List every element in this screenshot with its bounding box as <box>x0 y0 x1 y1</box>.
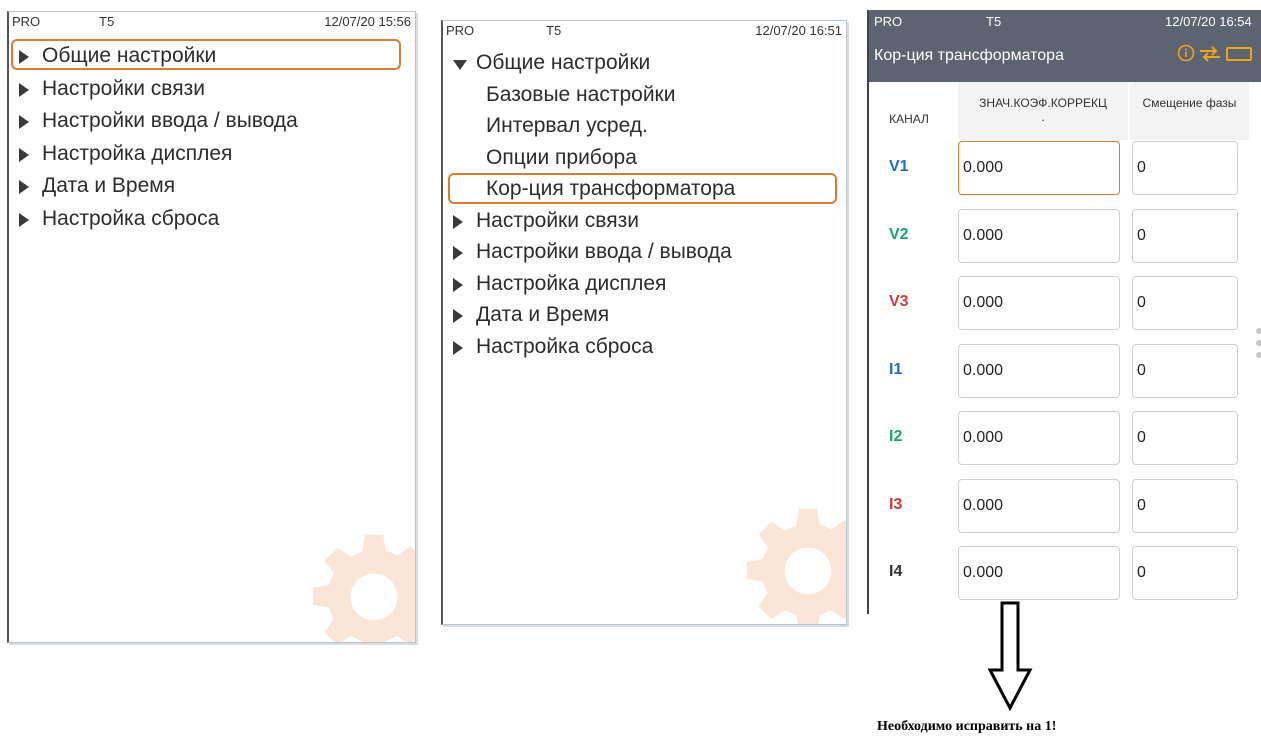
gear-icon <box>746 508 846 624</box>
device-label: T5 <box>986 14 1002 29</box>
channel-label: I1 <box>889 360 903 378</box>
caret-right-icon <box>453 246 463 260</box>
coef-input[interactable]: 0.000 <box>958 276 1120 330</box>
transformer-correction-screen: PRO T5 12/07/20 16:54 Кор-ция трансформа… <box>867 10 1261 614</box>
correction-note: Необходимо исправить на 1! <box>877 719 1057 734</box>
datetime-label: 12/07/20 16:54 <box>1165 14 1252 29</box>
channel-label: V1 <box>889 158 909 175</box>
scroll-indicator[interactable] <box>1256 328 1261 364</box>
channel-label: V2 <box>889 225 909 243</box>
phase-column-header-bg <box>1130 82 1249 140</box>
info-icon[interactable] <box>1177 44 1195 62</box>
gear-icon <box>312 534 415 642</box>
caret-right-icon <box>19 82 29 97</box>
coef-input[interactable]: 0.000 <box>958 411 1120 465</box>
caret-right-icon <box>453 277 463 292</box>
coef-column-header-tail: . <box>1041 110 1045 124</box>
menu-item[interactable]: Настройка дисплея <box>443 270 846 300</box>
selection-highlight <box>448 173 837 204</box>
submenu-item[interactable]: Интервал усред. <box>443 112 846 142</box>
status-bar: PRO T5 12/07/20 15:56 <box>9 12 415 32</box>
menu-item-label: Настройки связи <box>42 76 205 100</box>
menu-item-label: Настройка сброса <box>42 206 220 230</box>
caret-down-icon <box>453 60 467 70</box>
down-arrow-icon <box>987 601 1033 712</box>
phase-input[interactable]: 0 <box>1132 411 1238 465</box>
channel-label: I3 <box>889 495 903 513</box>
menu-item-label: Настройка сброса <box>476 334 654 358</box>
coef-input[interactable]: 0.000 <box>958 208 1120 263</box>
screen-header: PRO T5 12/07/20 16:54 Кор-ция трансформа… <box>869 10 1261 82</box>
phase-input[interactable]: 0 <box>1132 276 1238 330</box>
menu-item-label: Дата и Время <box>476 303 610 326</box>
menu-item[interactable]: Настройки ввода / вывода <box>443 238 846 268</box>
submenu-item[interactable]: Опции прибора <box>443 144 846 174</box>
coef-input[interactable]: 0.000 <box>958 141 1120 195</box>
phase-input[interactable]: 0 <box>1132 546 1238 600</box>
device-label: T5 <box>546 23 562 38</box>
menu-item[interactable]: Общие настройки <box>443 49 846 79</box>
phase-input[interactable]: 0 <box>1132 343 1238 398</box>
menu-item-label: Базовые настройки <box>486 82 676 106</box>
menu-item-label: Настройки связи <box>476 208 639 232</box>
selection-highlight <box>11 39 401 70</box>
transfer-arrows-icon[interactable] <box>1199 46 1221 62</box>
caret-right-icon <box>453 340 463 355</box>
menu-item[interactable]: Настройки связи <box>9 75 415 105</box>
coef-input[interactable]: 0.000 <box>958 343 1120 398</box>
menu-item-label: Настройки ввода / вывода <box>476 240 732 263</box>
model-label: PRO <box>12 14 41 29</box>
battery-icon <box>1226 47 1252 61</box>
menu-item-label: Общие настройки <box>476 51 651 74</box>
caret-right-icon <box>19 115 29 129</box>
menu-item-label: Интервал усред. <box>486 114 648 137</box>
settings-screen-collapsed: PRO T5 12/07/20 15:56 Общие настройки Нас… <box>7 11 416 643</box>
channel-label: V3 <box>889 293 909 310</box>
caret-right-icon <box>453 214 463 229</box>
channel-label: I4 <box>889 563 903 580</box>
caret-right-icon <box>453 309 463 323</box>
phase-column-header: Смещение фазы <box>1142 96 1237 110</box>
coef-column-header-text: ЗНАЧ.КОЭФ.КОРРЕКЦ <box>979 96 1107 110</box>
menu-item[interactable]: Настройка сброса <box>9 205 415 235</box>
model-label: PRO <box>874 14 903 29</box>
caret-right-icon <box>19 147 29 162</box>
menu-item[interactable]: Настройка дисплея <box>9 140 415 170</box>
menu-item-label: Опции прибора <box>486 145 637 169</box>
caret-right-icon <box>19 212 29 227</box>
model-label: PRO <box>446 23 475 38</box>
coef-input[interactable]: 0.000 <box>958 478 1120 533</box>
menu-item[interactable]: Настройки связи <box>443 207 846 237</box>
submenu-item[interactable]: Базовые настройки <box>443 81 846 111</box>
menu-item-label: Настройки ввода / вывода <box>42 109 298 132</box>
phase-input[interactable]: 0 <box>1132 208 1238 263</box>
menu-item[interactable]: Дата и Время <box>443 301 846 331</box>
caret-right-icon <box>19 180 29 194</box>
coef-column-header: ЗНАЧ.КОЭФ.КОРРЕКЦ . <box>958 96 1128 124</box>
datetime-label: 12/07/20 15:56 <box>324 14 411 29</box>
device-label: T5 <box>99 14 115 29</box>
channel-label: I2 <box>889 428 903 445</box>
coef-input[interactable]: 0.000 <box>958 546 1120 600</box>
settings-screen-expanded: PRO T5 12/07/20 16:51 Общие настройки Баз… <box>441 20 847 625</box>
menu-item[interactable]: Дата и Время <box>9 172 415 202</box>
menu-item-label: Настройка дисплея <box>476 271 667 295</box>
menu-item[interactable]: Настройки ввода / вывода <box>9 107 415 137</box>
menu-item-label: Настройка дисплея <box>42 141 233 165</box>
menu-item[interactable]: Настройка сброса <box>443 333 846 363</box>
phase-input[interactable]: 0 <box>1132 141 1238 195</box>
menu-item-label: Дата и Время <box>42 174 176 197</box>
channel-column-header: КАНАЛ <box>889 112 929 126</box>
page-title: Кор-ция трансформатора <box>874 47 1064 64</box>
status-bar: PRO T5 12/07/20 16:51 <box>443 21 846 41</box>
datetime-label: 12/07/20 16:51 <box>755 23 842 38</box>
phase-input[interactable]: 0 <box>1132 478 1238 533</box>
